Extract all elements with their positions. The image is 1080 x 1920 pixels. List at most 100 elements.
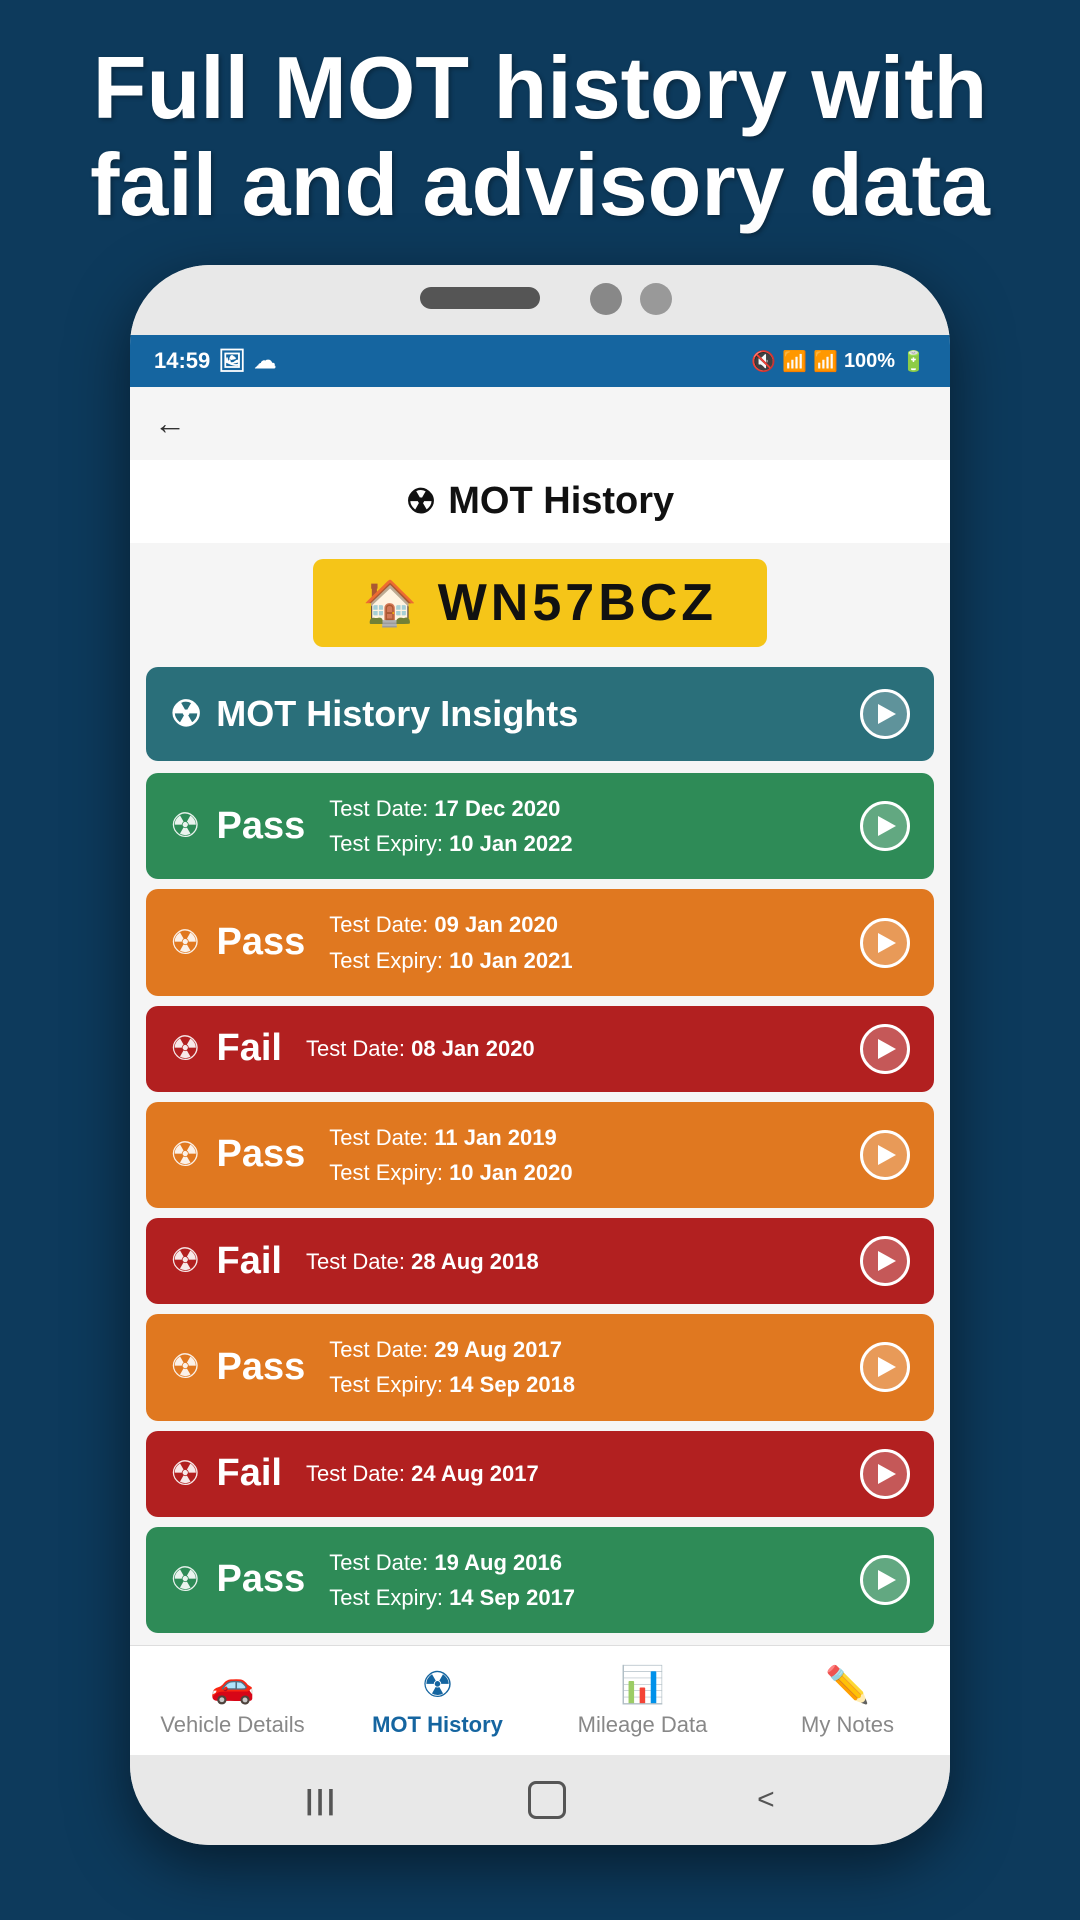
mot-play-button[interactable]: [860, 918, 910, 968]
phone-camera-secondary: [640, 283, 672, 315]
app-title-bar: ☢ MOT History: [130, 460, 950, 543]
status-bar: 14:59 🖼 ☁ 🔇 📶 📶 100% 🔋: [130, 335, 950, 387]
mot-card-left: ☢ Fail Test Date: 28 Aug 2018: [170, 1240, 539, 1283]
pencil-icon: ✏️: [825, 1664, 870, 1706]
mot-play-button[interactable]: [860, 1024, 910, 1074]
phone-top-bezel: [130, 265, 950, 335]
back-button[interactable]: ←: [154, 405, 186, 442]
header-text: Full MOT history with fail and advisory …: [60, 40, 1020, 234]
mot-cards-list: ☢ Pass Test Date: 17 Dec 2020 Test Expiry:…: [146, 773, 934, 1633]
mot-result-card[interactable]: ☢ Fail Test Date: 28 Aug 2018: [146, 1218, 934, 1304]
mot-card-left: ☢PassTest Date: 09 Jan 2020 Test Expiry:…: [170, 907, 573, 977]
nav-mileage-data[interactable]: 📊 Mileage Data: [540, 1654, 745, 1748]
play-triangle-icon: [878, 933, 896, 953]
mot-radiation-icon: ☢: [170, 1241, 200, 1281]
play-triangle-icon: [878, 1251, 896, 1271]
phone-frame: 14:59 🖼 ☁ 🔇 📶 📶 100% 🔋 ← ☢ MOT History: [130, 265, 950, 1845]
nav-mileage-label: Mileage Data: [578, 1712, 708, 1738]
mot-radiation-icon: ☢: [170, 1135, 200, 1175]
insights-left: ☢ MOT History Insights: [170, 693, 578, 735]
status-left: 14:59 🖼 ☁: [154, 348, 276, 374]
status-signal-icon: 📶: [813, 349, 838, 374]
status-right: 🔇 📶 📶 100% 🔋: [751, 349, 926, 374]
mot-card-left: ☢ Pass Test Date: 11 Jan 2019 Test Expiry:…: [170, 1120, 573, 1190]
mot-dates: Test Date: 28 Aug 2018: [306, 1244, 539, 1279]
mot-radiation-icon: ☢: [170, 806, 200, 846]
chart-icon: 📊: [620, 1664, 665, 1706]
nav-vehicle-label: Vehicle Details: [160, 1712, 304, 1738]
status-photo-icon: 🖼: [218, 348, 246, 374]
mot-result-card[interactable]: ☢FailTest Date: 24 Aug 2017: [146, 1431, 934, 1517]
status-cloud-icon: ☁: [254, 348, 276, 374]
status-battery-icon: 🔋: [901, 349, 926, 374]
status-mute-icon: 🔇: [751, 349, 776, 374]
mot-dates: Test Date: 08 Jan 2020: [306, 1031, 535, 1066]
mot-card-left: ☢ Pass Test Date: 29 Aug 2017 Test Expiry:…: [170, 1332, 575, 1402]
nav-mot-label: MOT History: [372, 1712, 503, 1738]
insights-play-btn[interactable]: [860, 689, 910, 739]
mot-card-left: ☢ Pass Test Date: 17 Dec 2020 Test Expiry:…: [170, 791, 573, 861]
mot-result-text: Pass: [216, 1558, 305, 1601]
mot-play-button[interactable]: [860, 801, 910, 851]
mot-radiation-icon: ☢: [170, 1560, 200, 1600]
title-radiation-icon: ☢: [406, 482, 436, 522]
play-triangle-icon: [878, 1570, 896, 1590]
reg-plate-container: 🏠 WN57BCZ: [130, 543, 950, 667]
mot-dates: Test Date: 19 Aug 2016 Test Expiry: 14 S…: [329, 1545, 575, 1615]
nav-mot-history[interactable]: ☢ MOT History: [335, 1654, 540, 1748]
play-triangle-icon: [878, 1039, 896, 1059]
mot-play-button[interactable]: [860, 1342, 910, 1392]
status-battery: 100%: [844, 350, 895, 373]
mot-dates: Test Date: 17 Dec 2020 Test Expiry: 10 J…: [329, 791, 572, 861]
mot-dates: Test Date: 09 Jan 2020 Test Expiry: 10 J…: [329, 907, 572, 977]
mot-play-button[interactable]: [860, 1236, 910, 1286]
gesture-home-circle: [528, 1781, 566, 1819]
mot-play-button[interactable]: [860, 1449, 910, 1499]
mot-result-text: Pass: [216, 805, 305, 848]
insights-card[interactable]: ☢ MOT History Insights: [146, 667, 934, 761]
reg-plate-inner: 🏠 WN57BCZ: [313, 559, 767, 647]
nav-vehicle-details[interactable]: 🚗 Vehicle Details: [130, 1654, 335, 1748]
mot-radiation-icon: ☢: [170, 1347, 200, 1387]
mot-result-text: Pass: [216, 921, 305, 964]
page-header: Full MOT history with fail and advisory …: [0, 0, 1080, 264]
play-triangle-icon: [878, 816, 896, 836]
app-title-text: MOT History: [448, 480, 674, 523]
phone-camera-main: [590, 283, 622, 315]
reg-plate-number: WN57BCZ: [438, 573, 717, 633]
mot-result-text: Fail: [216, 1240, 281, 1283]
gesture-lines-icon: |||: [305, 1784, 338, 1816]
nav-notes-label: My Notes: [801, 1712, 894, 1738]
mot-result-card[interactable]: ☢ Pass Test Date: 19 Aug 2016 Test Expiry:…: [146, 1527, 934, 1633]
page-background: Full MOT history with fail and advisory …: [0, 0, 1080, 1920]
mot-result-text: Pass: [216, 1133, 305, 1176]
insights-icon: ☢: [170, 693, 202, 735]
bottom-nav: 🚗 Vehicle Details ☢ MOT History 📊 Mileag…: [130, 1645, 950, 1755]
mot-result-card[interactable]: ☢ Fail Test Date: 08 Jan 2020: [146, 1006, 934, 1092]
mot-result-text: Pass: [216, 1346, 305, 1389]
mot-result-card[interactable]: ☢ Pass Test Date: 29 Aug 2017 Test Expiry:…: [146, 1314, 934, 1420]
mot-radiation-icon: ☢: [170, 1454, 200, 1494]
status-time: 14:59: [154, 348, 210, 374]
mot-result-text: Fail: [216, 1452, 281, 1495]
mot-result-card[interactable]: ☢PassTest Date: 09 Jan 2020 Test Expiry:…: [146, 889, 934, 995]
mot-play-button[interactable]: [860, 1130, 910, 1180]
mot-card-left: ☢FailTest Date: 24 Aug 2017: [170, 1452, 539, 1495]
mot-radiation-icon: ☢: [170, 1029, 200, 1069]
mot-card-left: ☢ Fail Test Date: 08 Jan 2020: [170, 1027, 535, 1070]
status-wifi-icon: 📶: [782, 349, 807, 374]
mot-play-button[interactable]: [860, 1555, 910, 1605]
mot-result-card[interactable]: ☢ Pass Test Date: 17 Dec 2020 Test Expiry:…: [146, 773, 934, 879]
nav-my-notes[interactable]: ✏️ My Notes: [745, 1654, 950, 1748]
mot-result-card[interactable]: ☢ Pass Test Date: 11 Jan 2019 Test Expiry:…: [146, 1102, 934, 1208]
mot-result-text: Fail: [216, 1027, 281, 1070]
mot-dates: Test Date: 11 Jan 2019 Test Expiry: 10 J…: [329, 1120, 572, 1190]
reg-plate-icon: 🏠: [363, 577, 422, 629]
play-triangle-icon: [878, 1464, 896, 1484]
scroll-content[interactable]: ☢ MOT History Insights ☢ Pass Test Date: 1…: [130, 667, 950, 1755]
mot-dates: Test Date: 29 Aug 2017 Test Expiry: 14 S…: [329, 1332, 575, 1402]
insights-label: MOT History Insights: [216, 693, 578, 735]
play-triangle-icon: [878, 1357, 896, 1377]
mot-history-icon: ☢: [421, 1664, 453, 1706]
mot-card-left: ☢ Pass Test Date: 19 Aug 2016 Test Expiry:…: [170, 1545, 575, 1615]
